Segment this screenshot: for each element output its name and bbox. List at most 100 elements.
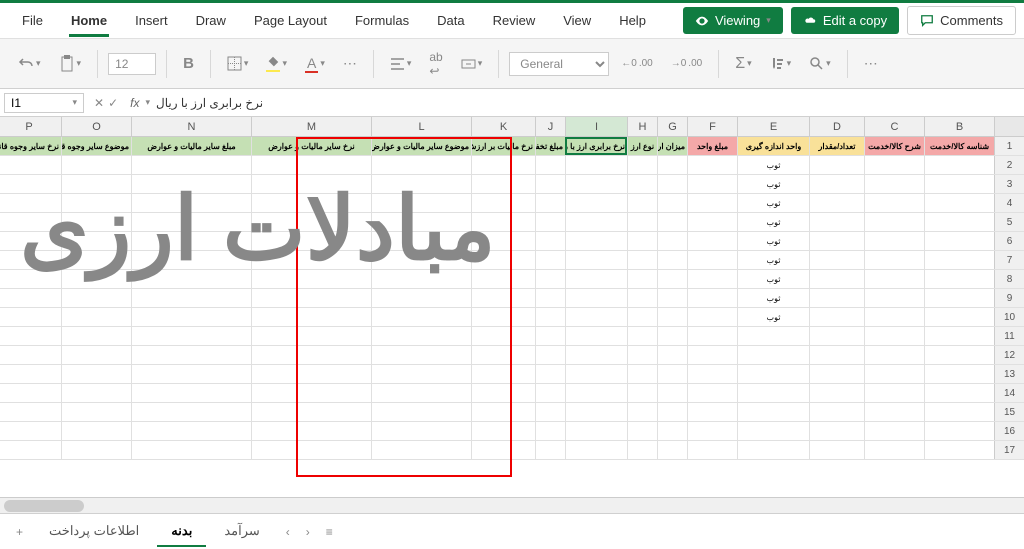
cell-H2[interactable]: [627, 156, 657, 174]
cell-O11[interactable]: [61, 327, 131, 345]
cell-K8[interactable]: [471, 270, 535, 288]
menu-review[interactable]: Review: [479, 5, 550, 36]
cell-M8[interactable]: [251, 270, 371, 288]
cell-D13[interactable]: [809, 365, 864, 383]
cell-J1[interactable]: مبلغ تخفیف: [535, 137, 565, 155]
cell-L5[interactable]: [371, 213, 471, 231]
cell-J16[interactable]: [535, 422, 565, 440]
cell-C10[interactable]: [864, 308, 924, 326]
decimal-increase-button[interactable]: →0.00: [665, 54, 708, 73]
cell-E17[interactable]: [737, 441, 809, 459]
menu-draw[interactable]: Draw: [182, 5, 240, 36]
number-format-select[interactable]: General: [509, 52, 609, 76]
cell-O10[interactable]: [61, 308, 131, 326]
cell-N11[interactable]: [131, 327, 251, 345]
sheet-prev-button[interactable]: ‹: [302, 521, 314, 543]
cell-G14[interactable]: [657, 384, 687, 402]
cell-M11[interactable]: [251, 327, 371, 345]
cell-O5[interactable]: [61, 213, 131, 231]
cell-K16[interactable]: [471, 422, 535, 440]
cell-K15[interactable]: [471, 403, 535, 421]
cell-P16[interactable]: [0, 422, 61, 440]
cell-N3[interactable]: [131, 175, 251, 193]
cell-K4[interactable]: [471, 194, 535, 212]
cell-K13[interactable]: [471, 365, 535, 383]
cell-D9[interactable]: [809, 289, 864, 307]
row-header-9[interactable]: 9: [994, 289, 1024, 307]
cell-M9[interactable]: [251, 289, 371, 307]
column-header-I[interactable]: I: [565, 117, 627, 136]
cell-L17[interactable]: [371, 441, 471, 459]
cell-F16[interactable]: [687, 422, 737, 440]
cell-I11[interactable]: [565, 327, 627, 345]
row-header-3[interactable]: 3: [994, 175, 1024, 193]
menu-formulas[interactable]: Formulas: [341, 5, 423, 36]
cell-F8[interactable]: [687, 270, 737, 288]
cell-H8[interactable]: [627, 270, 657, 288]
cell-F14[interactable]: [687, 384, 737, 402]
cell-D7[interactable]: [809, 251, 864, 269]
cell-P1[interactable]: نرخ سایر وجوه قانونی: [0, 137, 61, 155]
column-header-K[interactable]: K: [471, 117, 535, 136]
find-button[interactable]: ▾: [803, 52, 837, 75]
font-color-button[interactable]: A▾: [299, 51, 331, 77]
cell-H15[interactable]: [627, 403, 657, 421]
column-header-M[interactable]: M: [251, 117, 371, 136]
cell-H3[interactable]: [627, 175, 657, 193]
cell-H9[interactable]: [627, 289, 657, 307]
row-header-16[interactable]: 16: [994, 422, 1024, 440]
menu-home[interactable]: Home: [57, 5, 121, 36]
menu-insert[interactable]: Insert: [121, 5, 182, 36]
cell-M3[interactable]: [251, 175, 371, 193]
cell-M5[interactable]: [251, 213, 371, 231]
cell-C6[interactable]: [864, 232, 924, 250]
sheet-next-button[interactable]: ›: [282, 521, 294, 543]
column-header-B[interactable]: B: [924, 117, 994, 136]
undo-button[interactable]: ▾: [12, 52, 47, 76]
cell-C14[interactable]: [864, 384, 924, 402]
column-header-D[interactable]: D: [809, 117, 864, 136]
cell-B13[interactable]: [924, 365, 994, 383]
cell-J15[interactable]: [535, 403, 565, 421]
cell-D17[interactable]: [809, 441, 864, 459]
cell-M16[interactable]: [251, 422, 371, 440]
column-header-C[interactable]: C: [864, 117, 924, 136]
cell-E10[interactable]: ثوب: [737, 308, 809, 326]
cell-K10[interactable]: [471, 308, 535, 326]
cell-P17[interactable]: [0, 441, 61, 459]
menu-file[interactable]: File: [8, 5, 57, 36]
menu-view[interactable]: View: [549, 5, 605, 36]
cell-F7[interactable]: [687, 251, 737, 269]
cell-C8[interactable]: [864, 270, 924, 288]
cell-C17[interactable]: [864, 441, 924, 459]
cell-F2[interactable]: [687, 156, 737, 174]
column-header-E[interactable]: E: [737, 117, 809, 136]
merge-button[interactable]: ▾: [455, 53, 489, 75]
cell-G7[interactable]: [657, 251, 687, 269]
cell-F5[interactable]: [687, 213, 737, 231]
cell-L4[interactable]: [371, 194, 471, 212]
cell-C7[interactable]: [864, 251, 924, 269]
column-header-H[interactable]: H: [627, 117, 657, 136]
cell-J4[interactable]: [535, 194, 565, 212]
cell-C13[interactable]: [864, 365, 924, 383]
font-size-input[interactable]: [108, 53, 156, 75]
cell-E8[interactable]: ثوب: [737, 270, 809, 288]
cell-N1[interactable]: مبلغ سایر مالیات و عوارض: [131, 137, 251, 155]
align-button[interactable]: ▾: [384, 53, 418, 75]
cell-H16[interactable]: [627, 422, 657, 440]
cell-E11[interactable]: [737, 327, 809, 345]
cell-G15[interactable]: [657, 403, 687, 421]
cell-B11[interactable]: [924, 327, 994, 345]
cell-I17[interactable]: [565, 441, 627, 459]
cell-N14[interactable]: [131, 384, 251, 402]
cell-N13[interactable]: [131, 365, 251, 383]
cell-N2[interactable]: [131, 156, 251, 174]
cell-B3[interactable]: [924, 175, 994, 193]
autosum-button[interactable]: Σ▾: [729, 51, 757, 77]
cell-L16[interactable]: [371, 422, 471, 440]
column-header-O[interactable]: O: [61, 117, 131, 136]
cell-G5[interactable]: [657, 213, 687, 231]
row-header-2[interactable]: 2: [994, 156, 1024, 174]
cell-G10[interactable]: [657, 308, 687, 326]
